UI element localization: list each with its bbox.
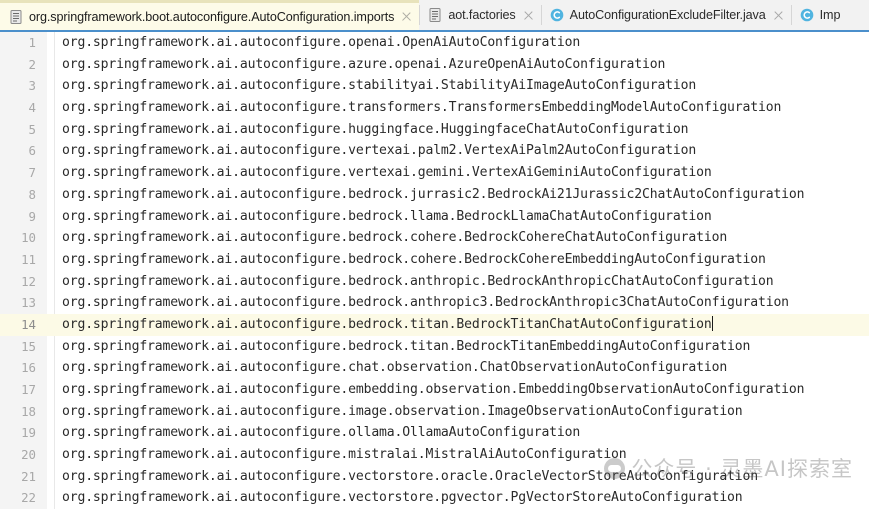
code-line[interactable]: 7 org.springframework.ai.autoconfigure.ve… [0, 162, 869, 184]
line-text: org.springframework.ai.autoconfigure.ver… [62, 165, 712, 181]
code-editor[interactable]: 1 org.springframework.ai.autoconfigure.op… [0, 30, 869, 509]
line-number: 2 [28, 56, 36, 72]
code-line[interactable]: 20 org.springframework.ai.autoconfigure.m… [0, 444, 869, 466]
line-text: org.springframework.ai.autoconfigure.ima… [62, 403, 743, 419]
code-line[interactable]: 15 org.springframework.ai.autoconfigure.b… [0, 336, 869, 358]
line-number: 13 [21, 295, 36, 311]
editor-tab-bar: org.springframework.boot.autoconfigure.A… [0, 0, 869, 30]
line-text: org.springframework.ai.autoconfigure.oll… [62, 425, 581, 441]
line-text: org.springframework.ai.autoconfigure.bed… [62, 208, 712, 224]
line-number: 11 [21, 251, 36, 267]
line-number: 4 [28, 100, 36, 116]
code-line[interactable]: 2 org.springframework.ai.autoconfigure.az… [0, 54, 869, 76]
tab-label: org.springframework.boot.autoconfigure.A… [29, 9, 395, 24]
editor-code-area[interactable]: 1 org.springframework.ai.autoconfigure.op… [0, 32, 869, 509]
line-text: org.springframework.ai.autoconfigure.tra… [62, 100, 782, 116]
tab-label: aot.factories [448, 8, 516, 22]
tab-close-icon[interactable] [523, 10, 534, 21]
line-text: org.springframework.ai.autoconfigure.mis… [62, 447, 627, 463]
line-number: 19 [21, 425, 36, 441]
line-number: 20 [21, 447, 36, 463]
tab-autoconfigurationexcludefilter-java[interactable]: AutoConfigurationExcludeFilter.java [540, 0, 791, 30]
tab-close-icon[interactable] [773, 10, 784, 21]
code-line[interactable]: 19 org.springframework.ai.autoconfigure.o… [0, 422, 869, 444]
line-number: 17 [21, 382, 36, 397]
line-number: 12 [21, 273, 36, 289]
line-number: 22 [21, 490, 36, 506]
line-text: org.springframework.ai.autoconfigure.vec… [62, 468, 758, 484]
code-line[interactable]: 8 org.springframework.ai.autoconfigure.be… [0, 184, 869, 206]
line-number: 3 [28, 78, 36, 94]
line-text: org.springframework.ai.autoconfigure.bed… [62, 186, 805, 202]
line-number: 6 [28, 143, 36, 159]
code-line[interactable]: 14 org.springframework.ai.autoconfigure.b… [0, 313, 869, 336]
line-number: 9 [28, 208, 36, 224]
line-text: org.springframework.ai.autoconfigure.vec… [62, 490, 743, 506]
file-text-icon [428, 7, 442, 23]
code-line[interactable]: 9 org.springframework.ai.autoconfigure.be… [0, 206, 869, 228]
file-text-icon [9, 9, 23, 25]
tab-label: Imp [819, 8, 841, 22]
line-number: 21 [21, 468, 36, 484]
line-text: org.springframework.ai.autoconfigure.ver… [62, 143, 697, 159]
code-line[interactable]: 4 org.springframework.ai.autoconfigure.tr… [0, 97, 869, 119]
code-line[interactable]: 3 org.springframework.ai.autoconfigure.st… [0, 75, 869, 97]
line-number: 15 [21, 338, 36, 354]
tab-label: AutoConfigurationExcludeFilter.java [569, 8, 766, 22]
line-number: 8 [28, 186, 36, 202]
code-line[interactable]: 10 org.springframework.ai.autoconfigure.b… [0, 227, 869, 249]
ide-window: org.springframework.boot.autoconfigure.A… [0, 0, 869, 509]
line-text: org.springframework.ai.autoconfigure.hug… [62, 121, 689, 137]
code-line[interactable]: 5 org.springframework.ai.autoconfigure.hu… [0, 119, 869, 141]
tab-autoconfiguration-imports[interactable]: org.springframework.boot.autoconfigure.A… [0, 0, 420, 30]
line-text: org.springframework.ai.autoconfigure.bed… [62, 295, 789, 311]
line-text: org.springframework.ai.autoconfigure.ope… [62, 35, 581, 50]
line-text: org.springframework.ai.autoconfigure.bed… [62, 338, 751, 354]
line-text: org.springframework.ai.autoconfigure.azu… [62, 56, 666, 72]
line-text: org.springframework.ai.autoconfigure.sta… [62, 78, 697, 94]
java-class-icon [550, 7, 564, 23]
code-line[interactable]: 22 org.springframework.ai.autoconfigure.v… [0, 487, 869, 509]
line-number: 5 [28, 121, 36, 137]
line-number: 7 [28, 165, 36, 181]
tab-imp-java[interactable]: Imp [790, 0, 848, 30]
line-number: 14 [21, 316, 36, 332]
tab-aot-factories[interactable]: aot.factories [419, 0, 541, 30]
line-number: 10 [21, 230, 36, 246]
line-number: 16 [21, 360, 36, 376]
code-line[interactable]: 1 org.springframework.ai.autoconfigure.op… [0, 32, 869, 54]
code-line[interactable]: 18 org.springframework.ai.autoconfigure.i… [0, 401, 869, 423]
line-number: 18 [21, 403, 36, 419]
line-text: org.springframework.ai.autoconfigure.cha… [62, 360, 728, 376]
code-line[interactable]: 11 org.springframework.ai.autoconfigure.b… [0, 249, 869, 271]
code-line[interactable]: 21 org.springframework.ai.autoconfigure.v… [0, 466, 869, 488]
code-line[interactable]: 17 org.springframework.ai.autoconfigure.e… [0, 379, 869, 401]
line-text: org.springframework.ai.autoconfigure.bed… [62, 315, 714, 332]
text-cursor [711, 315, 714, 331]
line-number: 1 [28, 35, 36, 50]
tab-close-icon[interactable] [401, 11, 412, 22]
code-line[interactable]: 13 org.springframework.ai.autoconfigure.b… [0, 292, 869, 314]
code-line[interactable]: 16 org.springframework.ai.autoconfigure.c… [0, 357, 869, 379]
java-class-icon [800, 7, 814, 23]
line-text: org.springframework.ai.autoconfigure.emb… [62, 382, 805, 397]
code-line[interactable]: 6 org.springframework.ai.autoconfigure.ve… [0, 140, 869, 162]
code-line[interactable]: 12 org.springframework.ai.autoconfigure.b… [0, 271, 869, 293]
line-text: org.springframework.ai.autoconfigure.bed… [62, 251, 766, 267]
line-text: org.springframework.ai.autoconfigure.bed… [62, 273, 774, 289]
line-text: org.springframework.ai.autoconfigure.bed… [62, 230, 728, 246]
